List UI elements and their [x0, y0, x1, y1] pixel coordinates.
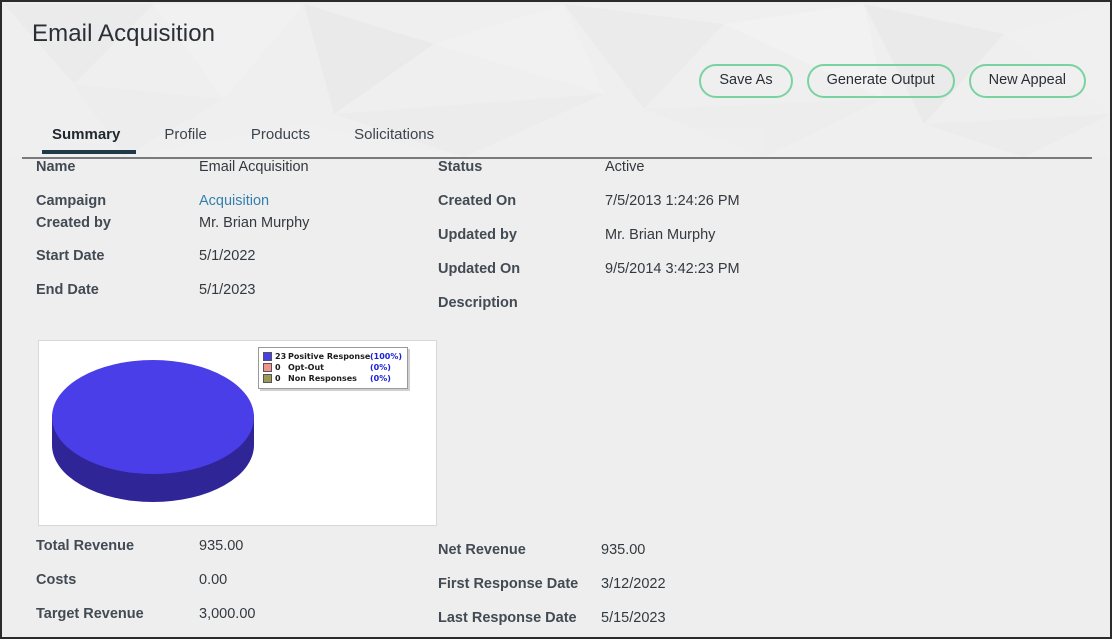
field-updated-by: Updated by Mr. Brian Murphy	[438, 227, 858, 261]
field-value: 0.00	[199, 572, 228, 588]
field-name: Name Email Acquisition	[36, 159, 436, 193]
legend-label: Positive Response	[288, 352, 371, 361]
legend-item: 0 Opt-Out (0%)	[263, 362, 402, 373]
field-label: Name	[36, 159, 76, 175]
tab-summary[interactable]: Summary	[38, 126, 142, 154]
field-label: Created by	[36, 215, 111, 231]
response-pie-chart-panel: 23 Positive Response (100%) 0 Opt-Out (0…	[38, 340, 437, 526]
field-value: Email Acquisition	[199, 159, 309, 175]
legend-swatch-icon	[263, 374, 272, 383]
chart-legend: 23 Positive Response (100%) 0 Opt-Out (0…	[258, 347, 409, 389]
field-label: Updated On	[438, 261, 521, 277]
tab-solicitations[interactable]: Solicitations	[332, 126, 456, 154]
field-value: 5/15/2023	[601, 610, 666, 626]
summary-left-column-bottom: Total Revenue 935.00 Costs 0.00 Target R…	[36, 538, 436, 637]
legend-percent: (100%)	[370, 352, 403, 361]
field-label: End Date	[36, 282, 99, 298]
field-description: Description	[438, 295, 858, 329]
field-value: 7/5/2013 1:24:26 PM	[605, 193, 740, 209]
field-value: 3/12/2022	[601, 576, 666, 592]
legend-label: Non Responses	[288, 374, 357, 383]
field-value: 3,000.00	[199, 606, 256, 622]
legend-percent: (0%)	[370, 374, 391, 383]
pie-chart	[47, 353, 259, 513]
field-value: 9/5/2014 3:42:23 PM	[605, 261, 740, 277]
field-last-response-date: Last Response Date 5/15/2023	[438, 610, 858, 637]
field-value: 5/1/2022	[199, 248, 256, 264]
header-actions: Save As Generate Output New Appeal	[699, 64, 1086, 98]
summary-right-column: Status Active Created On 7/5/2013 1:24:2…	[438, 159, 858, 329]
legend-count: 0	[275, 363, 281, 372]
campaign-link[interactable]: Acquisition	[199, 193, 269, 209]
field-costs: Costs 0.00	[36, 572, 436, 606]
summary-panel: Name Email Acquisition Campaign Acquisit…	[4, 159, 1110, 637]
tab-bar: Summary Profile Products Solicitations	[38, 126, 456, 154]
field-updated-on: Updated On 9/5/2014 3:42:23 PM	[438, 261, 858, 295]
field-net-revenue: Net Revenue 935.00	[438, 542, 858, 576]
field-label: Campaign	[36, 193, 107, 209]
field-created-by: Created by Mr. Brian Murphy	[36, 215, 436, 237]
field-first-response-date: First Response Date 3/12/2022	[438, 576, 858, 610]
legend-swatch-icon	[263, 352, 272, 361]
field-value: Mr. Brian Murphy	[605, 227, 716, 243]
field-label: Start Date	[36, 248, 105, 264]
field-start-date: Start Date 5/1/2022	[36, 248, 436, 282]
legend-percent: (0%)	[370, 363, 391, 372]
page-header: Email Acquisition Save As Generate Outpu…	[4, 4, 1110, 157]
field-end-date: End Date 5/1/2023	[36, 282, 436, 316]
generate-output-button[interactable]: Generate Output	[806, 64, 955, 98]
field-created-on: Created On 7/5/2013 1:24:26 PM	[438, 193, 858, 227]
field-label: Created On	[438, 193, 517, 209]
field-label: Last Response Date	[438, 610, 577, 626]
field-label: Total Revenue	[36, 538, 135, 554]
legend-item: 23 Positive Response (100%)	[263, 351, 402, 362]
field-target-revenue: Target Revenue 3,000.00	[36, 606, 436, 637]
field-label: Description	[438, 295, 518, 311]
field-value: 935.00	[199, 538, 244, 554]
legend-count: 23	[275, 352, 287, 361]
field-label: Target Revenue	[36, 606, 144, 622]
tab-products[interactable]: Products	[229, 126, 332, 154]
field-total-revenue: Total Revenue 935.00	[36, 538, 436, 572]
new-appeal-button[interactable]: New Appeal	[968, 64, 1086, 98]
pie-chart-svg	[52, 360, 254, 502]
field-label: Net Revenue	[438, 542, 526, 558]
legend-swatch-icon	[263, 363, 272, 372]
campaign-detail-page: Email Acquisition Save As Generate Outpu…	[0, 0, 1112, 639]
field-status: Status Active	[438, 159, 858, 193]
field-value: 5/1/2023	[199, 282, 256, 298]
field-value: 935.00	[601, 542, 646, 558]
legend-item: 0 Non Responses (0%)	[263, 373, 402, 384]
field-label: Costs	[36, 572, 77, 588]
summary-left-column: Name Email Acquisition Campaign Acquisit…	[36, 159, 436, 316]
page-title: Email Acquisition	[32, 20, 216, 47]
field-label: First Response Date	[438, 576, 579, 592]
tab-profile[interactable]: Profile	[142, 126, 229, 154]
status-value: Active	[605, 159, 645, 175]
save-as-button[interactable]: Save As	[699, 64, 793, 98]
legend-count: 0	[275, 374, 281, 383]
field-label: Updated by	[438, 227, 517, 243]
legend-label: Opt-Out	[288, 363, 324, 372]
field-campaign: Campaign Acquisition	[36, 193, 436, 215]
field-value: Mr. Brian Murphy	[199, 215, 310, 231]
summary-right-column-bottom: Net Revenue 935.00 First Response Date 3…	[438, 542, 858, 637]
field-label: Status	[438, 159, 483, 175]
